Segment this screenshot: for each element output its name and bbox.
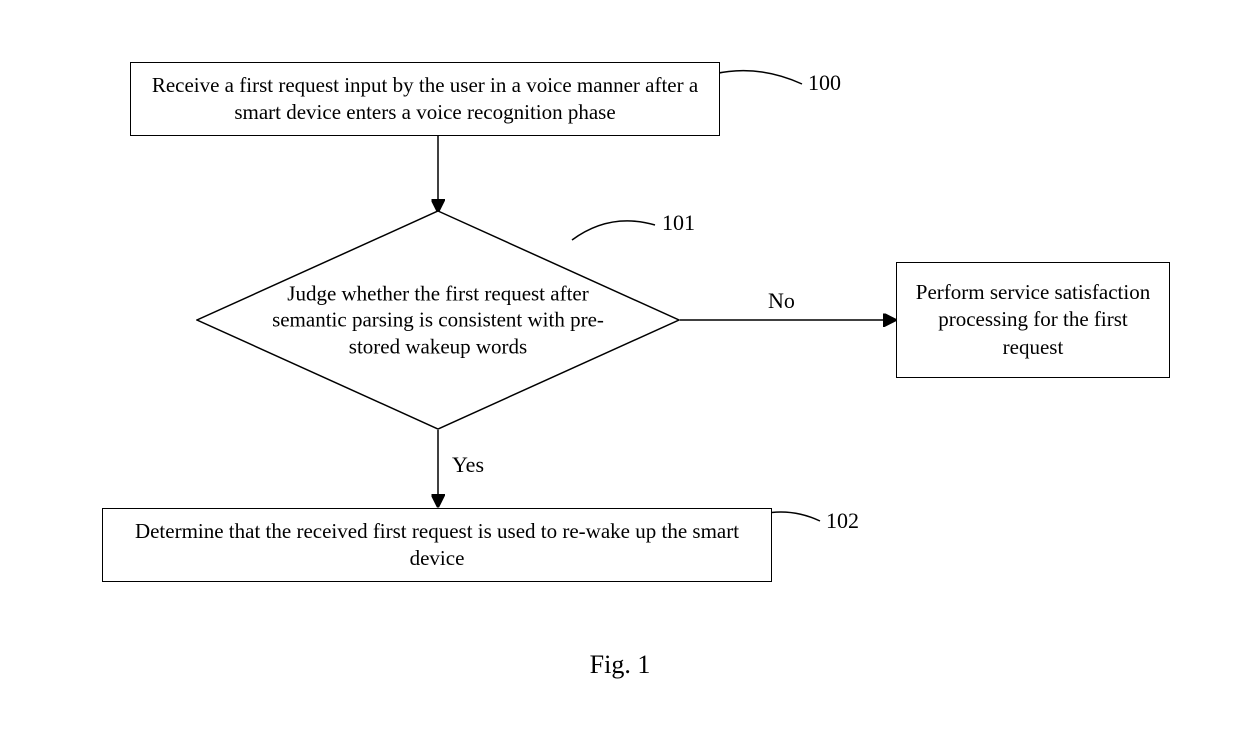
figure-caption: Fig. 1 — [590, 650, 651, 680]
ref-label-101: 101 — [662, 210, 695, 236]
process-perform-text: Perform service satisfaction processing … — [907, 279, 1159, 361]
edge-label-no: No — [768, 288, 795, 314]
process-102-text: Determine that the received first reques… — [113, 518, 761, 573]
process-box-100: Receive a first request input by the use… — [130, 62, 720, 136]
decision-box-101: Judge whether the first request after se… — [196, 210, 680, 430]
edge-label-yes: Yes — [452, 452, 484, 478]
ref-label-100: 100 — [808, 70, 841, 96]
ref-label-102: 102 — [826, 508, 859, 534]
process-box-perform: Perform service satisfaction processing … — [896, 262, 1170, 378]
process-box-102: Determine that the received first reques… — [102, 508, 772, 582]
decision-101-text: Judge whether the first request after se… — [264, 281, 612, 360]
process-100-text: Receive a first request input by the use… — [141, 72, 709, 127]
flowchart-canvas: Receive a first request input by the use… — [0, 0, 1240, 735]
